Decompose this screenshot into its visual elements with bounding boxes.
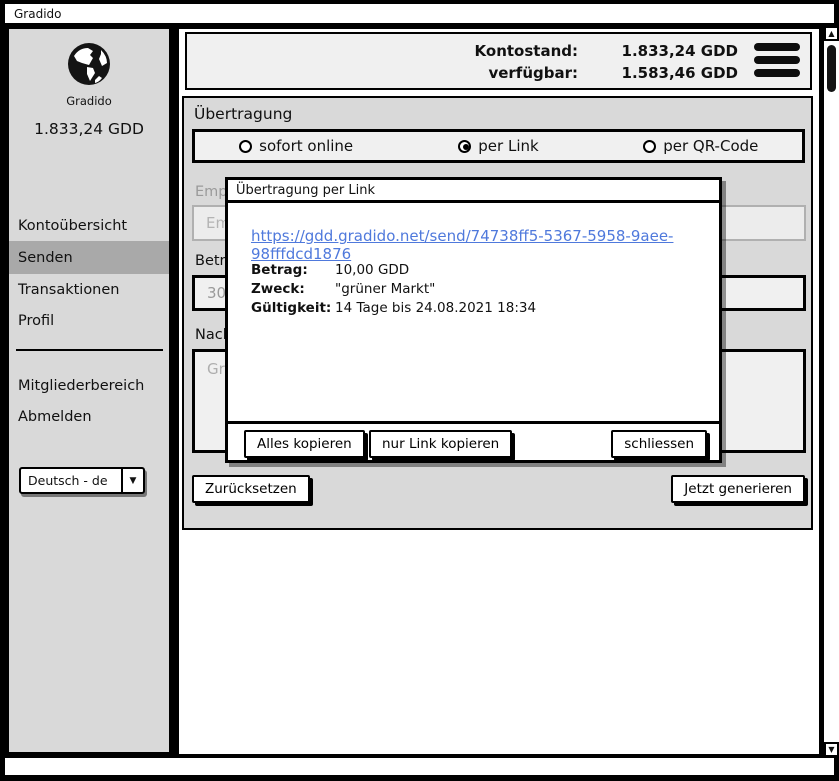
logo-wrap: Gradido [9,40,169,108]
radio-sofort-online[interactable]: sofort online [195,137,397,155]
status-bar [5,758,834,775]
sidebar: Gradido 1.833,24 GDD Kontoübersicht Send… [6,26,172,755]
transfer-link-dialog: Übertragung per Link https://gdd.gradido… [225,177,722,463]
language-select-value: Deutsch - de [21,469,121,492]
balance-header: Kontostand: 1.833,24 GDD verfügbar: 1.58… [185,32,812,90]
radio-per-qr-code[interactable]: per QR-Code [600,137,802,155]
radio-per-link[interactable]: per Link [397,137,599,155]
sidebar-item-mitgliederbereich[interactable]: Mitgliederbereich [9,370,169,401]
hamburger-bar [754,43,800,51]
dialog-title: Übertragung per Link [236,183,375,198]
detail-row: Zweck: "grüner Markt" [251,280,536,299]
sidebar-menu: Kontoübersicht Senden Transaktionen Prof… [9,210,169,336]
sidebar-item-label: Transaktionen [18,282,120,298]
kontostand-label: Kontostand: [438,40,578,62]
transfer-panel-title: Übertragung [194,105,292,123]
language-select[interactable]: Deutsch - de ▼ [19,467,145,494]
sidebar-item-label: Kontoübersicht [18,218,127,234]
sidebar-item-label: Profil [18,313,54,329]
radio-label: sofort online [259,137,353,155]
scrollbar-track[interactable]: ▲ ▼ [822,26,839,757]
sidebar-balance: 1.833,24 GDD [9,120,169,138]
detail-label: Betrag: [251,261,335,280]
detail-value: 14 Tage bis 24.08.2021 18:34 [335,299,536,318]
detail-label: Zweck: [251,280,335,299]
window-title-bar: Gradido [5,4,834,23]
sidebar-item-label: Mitgliederbereich [18,378,144,394]
sidebar-item-senden[interactable]: Senden [9,241,169,274]
sidebar-item-abmelden[interactable]: Abmelden [9,401,169,432]
verfuegbar-value: 1.583,46 GDD [578,62,738,84]
hamburger-bar [754,56,800,64]
main-area: Kontostand: 1.833,24 GDD verfügbar: 1.58… [176,26,822,757]
sidebar-item-label: Senden [18,250,73,266]
sidebar-item-profil[interactable]: Profil [9,305,169,336]
sidebar-item-kontouebersicht[interactable]: Kontoübersicht [9,210,169,241]
window-title: Gradido [14,7,62,21]
sidebar-divider [16,349,163,351]
globe-icon [65,73,113,92]
balance-row: verfügbar: 1.583,46 GDD [438,62,738,84]
detail-label: Gültigkeit: [251,299,335,318]
verfuegbar-label: verfügbar: [438,62,578,84]
transfer-link[interactable]: https://gdd.gradido.net/send/74738ff5-53… [251,227,719,263]
balance-summary: Kontostand: 1.833,24 GDD verfügbar: 1.58… [438,40,738,84]
scrollbar-down-icon[interactable]: ▼ [824,742,839,757]
radio-label: per QR-Code [663,137,758,155]
radio-icon [643,140,656,153]
scrollbar-up-icon[interactable]: ▲ [824,26,839,41]
copy-all-button[interactable]: Alles kopieren [244,430,365,458]
balance-row: Kontostand: 1.833,24 GDD [438,40,738,62]
kontostand-value: 1.833,24 GDD [578,40,738,62]
scrollbar-thumb[interactable] [827,45,836,92]
dialog-body: https://gdd.gradido.net/send/74738ff5-53… [228,203,719,421]
dialog-title-bar: Übertragung per Link [228,180,719,203]
close-button[interactable]: schliessen [611,430,707,458]
sidebar-item-transaktionen[interactable]: Transaktionen [9,274,169,305]
generate-button[interactable]: Jetzt generieren [671,475,805,503]
radio-label: per Link [478,137,538,155]
dialog-footer: Alles kopieren nur Link kopieren schlies… [228,421,719,460]
copy-link-button[interactable]: nur Link kopieren [369,430,512,458]
sidebar-secondary-menu: Mitgliederbereich Abmelden [9,370,169,432]
logo-caption: Gradido [9,94,169,108]
detail-value: "grüner Markt" [335,280,435,299]
detail-row: Betrag: 10,00 GDD [251,261,536,280]
transfer-mode-radio-group: sofort online per Link per QR-Code [192,129,805,163]
sidebar-item-label: Abmelden [18,409,92,425]
radio-icon [239,140,252,153]
dialog-details: Betrag: 10,00 GDD Zweck: "grüner Markt" … [251,261,536,318]
browser-content: Gradido 1.833,24 GDD Kontoübersicht Send… [4,26,835,757]
chevron-down-icon[interactable]: ▼ [121,469,143,492]
reset-button[interactable]: Zurücksetzen [192,475,310,503]
hamburger-bar [754,69,800,77]
hamburger-menu-icon[interactable] [754,43,800,82]
detail-value: 10,00 GDD [335,261,409,280]
radio-checked-icon [458,140,471,153]
detail-row: Gültigkeit: 14 Tage bis 24.08.2021 18:34 [251,299,536,318]
